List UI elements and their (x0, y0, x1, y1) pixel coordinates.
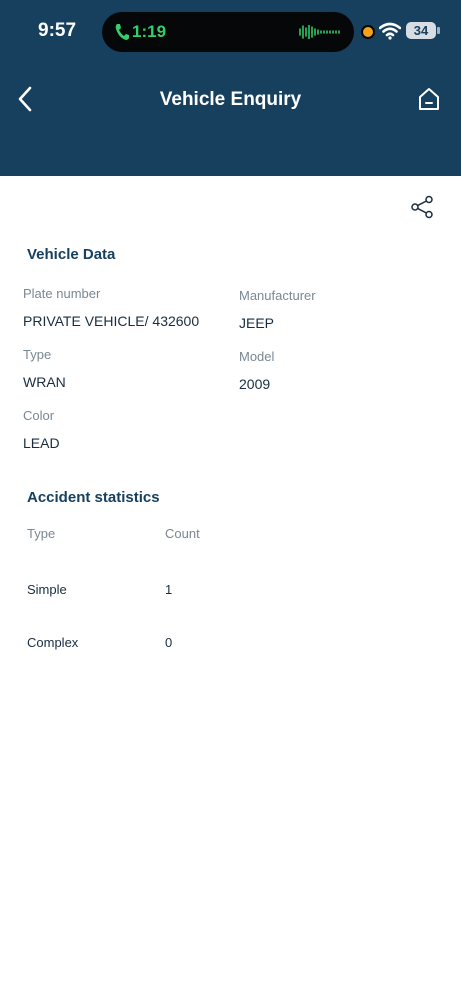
share-icon[interactable] (410, 195, 434, 219)
color-value: LEAD (23, 435, 60, 451)
accident-statistics-title: Accident statistics (27, 489, 160, 506)
column-header-type: Type (27, 526, 56, 541)
row-count-value: 0 (165, 635, 173, 650)
recording-indicator-dot (363, 27, 373, 37)
model-value: 2009 (239, 376, 271, 392)
model-label: Model (239, 349, 275, 364)
type-label: Type (23, 347, 52, 362)
row-type-value: Simple (27, 582, 67, 597)
page-title: Vehicle Enquiry (159, 89, 302, 110)
plate-number-label: Plate number (23, 286, 101, 301)
phone-icon (115, 24, 129, 40)
audio-wave-icon (299, 25, 340, 39)
color-label: Color (23, 408, 55, 423)
app-header: 9:57 1:19 34 Vehicle Enquiry (0, 0, 461, 176)
manufacturer-label: Manufacturer (239, 288, 316, 303)
type-value: WRAN (23, 374, 66, 390)
wifi-icon (379, 22, 401, 40)
home-icon[interactable] (417, 86, 441, 112)
battery-tip (437, 27, 440, 34)
plate-number-value: PRIVATE VEHICLE/ 432600 (23, 313, 200, 329)
row-type-value: Complex (27, 635, 79, 650)
battery-indicator: 34 (406, 22, 436, 39)
call-duration: 1:19 (132, 22, 167, 41)
dynamic-island-call[interactable]: 1:19 (102, 12, 354, 52)
status-time: 9:57 (38, 20, 77, 41)
row-count-value: 1 (165, 582, 173, 597)
column-header-count: Count (165, 526, 200, 541)
manufacturer-value: JEEP (239, 315, 275, 331)
vehicle-data-title: Vehicle Data (27, 246, 116, 263)
